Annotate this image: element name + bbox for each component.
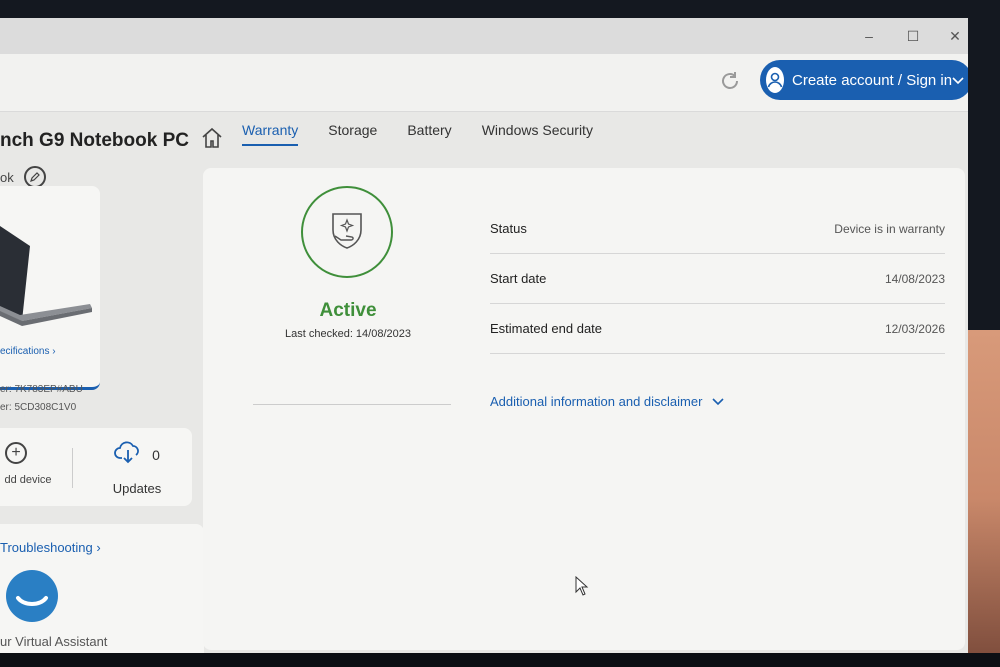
info-row-start-date: Start date 14/08/2023 bbox=[490, 254, 945, 304]
title-bar: – ☐ ✕ bbox=[0, 18, 968, 54]
updates-button[interactable]: 0 Updates bbox=[102, 438, 172, 496]
end-date-label: Estimated end date bbox=[490, 321, 603, 336]
device-sub-text: ok bbox=[0, 169, 14, 185]
specifications-link[interactable]: ecifications › bbox=[0, 346, 56, 357]
screen-bezel bbox=[0, 653, 1000, 667]
disclaimer-toggle[interactable]: Additional information and disclaimer bbox=[490, 394, 725, 409]
virtual-assistant-label[interactable]: ur Virtual Assistant bbox=[0, 634, 107, 649]
create-account-sign-in-button[interactable]: Create account / Sign in bbox=[760, 60, 968, 100]
start-date-value: 14/08/2023 bbox=[884, 271, 945, 286]
tab-warranty[interactable]: Warranty bbox=[242, 122, 299, 146]
add-device-button[interactable]: + dd device bbox=[0, 442, 60, 486]
status-label: Status bbox=[490, 221, 527, 236]
tab-windows-security[interactable]: Windows Security bbox=[482, 122, 593, 146]
status-value: Device is in warranty bbox=[834, 221, 945, 236]
updates-label: Updates bbox=[112, 481, 162, 496]
edit-icon[interactable] bbox=[23, 166, 46, 188]
serial-number: er: 5CD308C1V0 bbox=[0, 402, 77, 413]
tab-storage[interactable]: Storage bbox=[328, 122, 377, 146]
user-icon bbox=[766, 67, 784, 93]
start-date-label: Start date bbox=[490, 271, 547, 286]
divider bbox=[72, 448, 73, 488]
virtual-assistant-icon[interactable] bbox=[4, 568, 60, 629]
updates-count: 0 bbox=[152, 446, 160, 463]
end-date-value: 12/03/2026 bbox=[884, 321, 945, 336]
info-row-status: Status Device is in warranty bbox=[490, 204, 945, 254]
sign-in-label: Create account / Sign in bbox=[792, 71, 953, 89]
device-card[interactable] bbox=[0, 186, 100, 390]
add-icon: + bbox=[5, 442, 27, 464]
minimize-button[interactable]: – bbox=[860, 27, 878, 45]
app-header: Create account / Sign in bbox=[0, 54, 968, 112]
app-window: – ☐ ✕ Create account / Sign in nch G9 No… bbox=[0, 18, 968, 660]
device-name: nch G9 Notebook PC bbox=[0, 130, 189, 151]
device-actions-card: + dd device 0 Updates bbox=[0, 428, 192, 506]
cursor-icon bbox=[575, 575, 589, 601]
warranty-panel: Active Last checked: 14/08/2023 Status D… bbox=[203, 168, 965, 650]
refresh-icon[interactable] bbox=[718, 69, 742, 93]
product-number: er: 7K783EP#ABU bbox=[0, 384, 83, 395]
home-icon[interactable] bbox=[200, 126, 224, 155]
shield-hand-icon bbox=[323, 206, 371, 259]
tab-bar: Warranty Storage Battery Windows Securit… bbox=[242, 122, 593, 146]
warranty-status-badge bbox=[301, 186, 393, 278]
disclaimer-label: Additional information and disclaimer bbox=[490, 394, 703, 409]
last-checked-text: Last checked: 14/08/2023 bbox=[285, 328, 411, 340]
warranty-state: Active bbox=[319, 300, 377, 321]
laptop-image bbox=[0, 216, 95, 341]
close-button[interactable]: ✕ bbox=[946, 27, 964, 45]
tab-battery[interactable]: Battery bbox=[407, 122, 451, 146]
support-card: Troubleshooting › ur Virtual Assistant bbox=[0, 524, 204, 660]
troubleshooting-link[interactable]: Troubleshooting › bbox=[0, 540, 101, 555]
add-device-label: dd device bbox=[4, 474, 52, 486]
chevron-down-icon bbox=[952, 72, 964, 89]
info-row-end-date: Estimated end date 12/03/2026 bbox=[490, 304, 945, 354]
warranty-info-table: Status Device is in warranty Start date … bbox=[490, 204, 945, 354]
cloud-download-icon bbox=[114, 438, 142, 471]
chevron-down-icon bbox=[712, 394, 725, 409]
device-sub-label: ok bbox=[0, 166, 46, 188]
divider bbox=[253, 404, 451, 405]
maximize-button[interactable]: ☐ bbox=[904, 27, 922, 45]
